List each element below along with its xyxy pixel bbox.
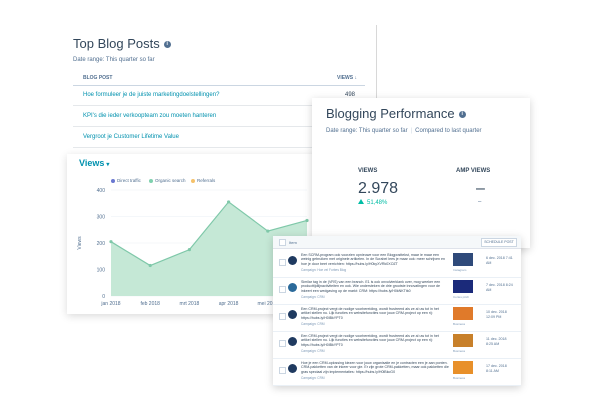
y-tick-label: 400 xyxy=(97,188,106,194)
post-date: 10 dec. 2018 12:09 PM xyxy=(486,310,507,319)
schedule-post-button[interactable]: SCHEDULE POST xyxy=(481,238,517,247)
avatar xyxy=(288,337,297,346)
post-thumbnail[interactable] xyxy=(453,307,473,320)
avatar xyxy=(288,256,297,265)
list-item[interactable]: Een CRM-project vergt de nodige voorbere… xyxy=(273,303,521,332)
info-icon[interactable]: i xyxy=(458,111,466,119)
thumbnail-label: Cortes pitch xyxy=(453,295,470,299)
y-tick-label: 300 xyxy=(97,215,106,221)
top-posts-table-header: BLOG POST VIEWS ↓ xyxy=(73,71,365,86)
y-tick-label: 0 xyxy=(102,294,105,300)
data-point xyxy=(305,218,309,223)
column-header-item: Item xyxy=(289,240,297,245)
views-metric-label: VIEWS xyxy=(358,168,378,174)
post-thumbnail[interactable] xyxy=(453,361,473,374)
amp-views-label: AMP VIEWS xyxy=(456,168,491,174)
performance-date-range: Date range: This quarter so far | Compared… xyxy=(326,128,482,134)
thumbnail-label: Instagram xyxy=(453,268,467,272)
legend-referrals[interactable]: Referrals xyxy=(191,178,215,183)
thumbnail-label: Business xyxy=(453,322,466,326)
post-text: Similar tag in de (VRS) van een branch. … xyxy=(301,280,441,293)
x-tick-label: feb 2018 xyxy=(140,301,160,307)
column-header-blog-post[interactable]: BLOG POST xyxy=(83,75,112,81)
blog-post-link[interactable]: Hoe formuleer je de juiste marketingdoel… xyxy=(83,92,219,98)
amp-views-change: – xyxy=(478,199,482,205)
amp-views-value: – xyxy=(476,180,485,197)
y-tick-label: 200 xyxy=(97,241,106,247)
performance-title: Blogging Performance i xyxy=(326,106,466,121)
top-posts-title: Top Blog Posts i xyxy=(73,36,171,51)
list-item[interactable]: Hoe je een CRM-oplossing kiezen voor jou… xyxy=(273,357,521,386)
row-checkbox[interactable] xyxy=(279,286,286,293)
post-date: 6 dec. 2018 7:41 AM xyxy=(486,256,513,265)
top-posts-date-range: Date range: This quarter so far xyxy=(73,57,155,63)
list-item[interactable]: Een CRM-project vergt de nodige voorbere… xyxy=(273,330,521,359)
post-date: 17 dec. 2018 8:11 AM xyxy=(486,364,507,373)
post-thumbnail[interactable] xyxy=(453,280,473,293)
y-tick-label: 100 xyxy=(97,268,106,274)
post-campaign: Campaign: CRM xyxy=(301,349,325,353)
post-thumbnail[interactable] xyxy=(453,334,473,347)
post-text: Een CRM-project vergt de nodige voorbere… xyxy=(301,307,439,320)
views-metric-value: 2.978 xyxy=(358,180,399,197)
row-checkbox[interactable] xyxy=(279,367,286,374)
social-posts-card: Item SCHEDULE POST Een SCRM-program ook … xyxy=(273,236,521,386)
legend-dot xyxy=(191,178,195,183)
post-campaign: Campaign: CRM xyxy=(301,376,325,380)
compare-period[interactable]: Compared to last quarter xyxy=(415,128,481,134)
info-icon[interactable]: i xyxy=(163,41,171,49)
divider: | xyxy=(410,128,413,134)
thumbnail-label: Business xyxy=(453,349,466,353)
y-axis-label: Views xyxy=(77,236,83,250)
blog-post-link[interactable]: Vergroot je Customer Lifetime Value xyxy=(83,134,179,140)
post-text: Een CRM-project vergt de nodige voorbere… xyxy=(301,334,439,347)
legend-direct-traffic[interactable]: Direct traffic xyxy=(111,178,141,183)
arrow-up-icon xyxy=(358,199,364,204)
post-date: 7 dec. 2018 8:24 AM xyxy=(486,283,513,292)
select-all-checkbox[interactable] xyxy=(279,239,286,246)
post-campaign: Campaign: CRM xyxy=(301,322,325,326)
legend-dot xyxy=(111,178,115,183)
views-dropdown[interactable]: Views ▾ xyxy=(79,158,109,168)
legend-organic-search[interactable]: Organic search xyxy=(149,178,186,183)
list-item[interactable]: Similar tag in de (VRS) van een branch. … xyxy=(273,276,521,305)
x-tick-label: jan 2018 xyxy=(100,301,120,307)
thumbnail-label: Business xyxy=(453,376,466,380)
post-text: Een SCRM-program ook voorzien opnieuwe v… xyxy=(301,253,446,266)
post-campaign: Campaign: Hoe vel Forbes Blog xyxy=(301,268,347,272)
post-date: 11 dec. 2018 8:25 AM xyxy=(486,337,507,346)
blogging-performance-card: Blogging Performance i Date range: This q… xyxy=(312,98,530,248)
data-point xyxy=(187,248,191,252)
row-checkbox[interactable] xyxy=(279,259,286,266)
x-tick-label: mrt 2018 xyxy=(180,301,200,307)
post-text: Hoe je een CRM-oplossing kiezen voor jou… xyxy=(301,361,449,374)
post-campaign: Campaign: CRM xyxy=(301,295,325,299)
avatar xyxy=(288,283,297,292)
data-point xyxy=(266,229,270,233)
data-point xyxy=(148,263,152,268)
avatar xyxy=(288,364,297,373)
row-checkbox[interactable] xyxy=(279,313,286,320)
x-tick-label: apr 2018 xyxy=(219,301,239,307)
legend-dot xyxy=(149,178,153,183)
data-point xyxy=(109,240,113,244)
avatar xyxy=(288,310,297,319)
blog-post-link[interactable]: KPI's die ieder verkoopteam zou moeten h… xyxy=(83,113,216,119)
row-checkbox[interactable] xyxy=(279,340,286,347)
list-header: Item SCHEDULE POST xyxy=(273,236,521,249)
column-header-views[interactable]: VIEWS ↓ xyxy=(337,75,357,81)
data-point xyxy=(227,200,231,204)
post-thumbnail[interactable] xyxy=(453,253,473,266)
views-change: 51,48% xyxy=(358,199,387,206)
chevron-down-icon: ▾ xyxy=(106,162,110,168)
list-item[interactable]: Een SCRM-program ook voorzien opnieuwe v… xyxy=(273,249,521,278)
